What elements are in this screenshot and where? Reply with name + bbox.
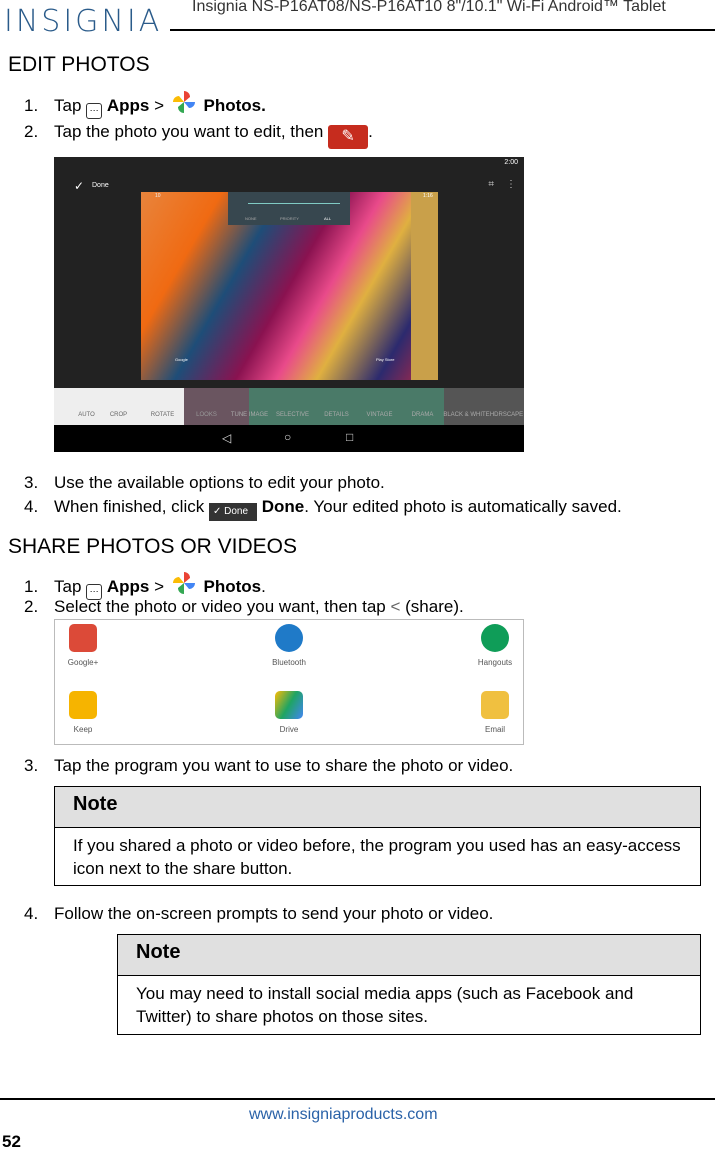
done-check-icon[interactable]: ✓	[74, 179, 84, 193]
more-icon[interactable]: ⋮	[506, 179, 516, 190]
google-plus-icon	[69, 624, 97, 652]
note-box-2: Note You may need to install social medi…	[117, 934, 701, 1035]
home-icon[interactable]: ○	[284, 430, 291, 444]
photo-left-status-time: 10	[155, 193, 161, 199]
section-heading-edit: EDIT PHOTOS	[8, 53, 150, 76]
footer-divider	[0, 1098, 715, 1100]
note-body: If you shared a photo or video before, t…	[73, 836, 681, 878]
share-app-google-plus[interactable]: Google+	[43, 624, 123, 667]
drive-icon	[275, 691, 303, 719]
page-number: 52	[2, 1132, 21, 1151]
edit-step-4: 4. When finished, click ✓ Done Done. Your…	[24, 497, 622, 521]
recents-icon[interactable]: □	[346, 430, 353, 444]
share-step-3: 3. Tap the program you want to use to sha…	[24, 756, 514, 775]
header-title: Insignia NS-P16AT08/NS-P16AT10 8"/10.1" …	[192, 0, 666, 15]
edit-step-1: 1. Tap ⋯ Apps > Photos.	[24, 89, 266, 119]
note-title: Note	[118, 935, 700, 976]
crop-icon[interactable]: ⌗	[488, 179, 494, 190]
status-time: 2:00	[504, 159, 518, 166]
share-step-2: 2. Select the photo or video you want, th…	[24, 597, 464, 616]
apps-icon: ⋯	[86, 103, 103, 119]
photos-icon	[169, 570, 199, 596]
header-divider	[170, 29, 715, 31]
tool-hdrscape[interactable]: HDRSCAPE	[474, 388, 539, 425]
back-icon[interactable]: ◁	[222, 431, 231, 445]
share-apps-panel: Google+ Bluetooth Hangouts Keep Drive Em…	[54, 619, 524, 745]
email-icon	[481, 691, 509, 719]
note-body: You may need to install social media app…	[136, 984, 634, 1026]
bluetooth-icon	[275, 624, 303, 652]
insignia-logo: INSIGNIA	[4, 4, 163, 39]
share-step-4: 4. Follow the on-screen prompts to send y…	[24, 904, 494, 923]
volume-panel: NONE PRIORITY ALL	[228, 192, 350, 225]
photo-being-edited: 10 NONE PRIORITY ALL 1:16 Google Play St…	[141, 192, 438, 380]
keep-icon	[69, 691, 97, 719]
hangouts-icon	[481, 624, 509, 652]
edit-step-2: 2. Tap the photo you want to edit, then ✎…	[24, 122, 373, 149]
section-heading-share: SHARE PHOTOS OR VIDEOS	[8, 535, 298, 558]
photos-icon	[169, 89, 199, 115]
edit-screenshot: 2:00 ✓ Done ⌗ ⋮ 10 NONE PRIORITY ALL 1:1…	[54, 157, 524, 452]
note-box-1: Note If you shared a photo or video befo…	[54, 786, 701, 886]
done-button[interactable]: Done	[92, 182, 109, 189]
share-step-1: 1. Tap ⋯ Apps > Photos.	[24, 570, 266, 600]
share-app-keep[interactable]: Keep	[43, 691, 123, 734]
share-app-email[interactable]: Email	[455, 691, 535, 734]
share-app-drive[interactable]: Drive	[249, 691, 329, 734]
share-icon: <	[390, 597, 401, 616]
footer-url[interactable]: www.insigniaproducts.com	[249, 1106, 438, 1124]
share-app-hangouts[interactable]: Hangouts	[455, 624, 535, 667]
note-title: Note	[55, 787, 700, 828]
done-button-icon: ✓ Done	[208, 503, 257, 521]
photo-right-status-time: 1:16	[423, 193, 433, 199]
edit-step-3: 3. Use the available options to edit your…	[24, 473, 385, 492]
edit-pencil-icon: ✎	[328, 125, 369, 149]
share-app-bluetooth[interactable]: Bluetooth	[249, 624, 329, 667]
android-nav-bar: ◁ ○ □	[54, 425, 524, 452]
